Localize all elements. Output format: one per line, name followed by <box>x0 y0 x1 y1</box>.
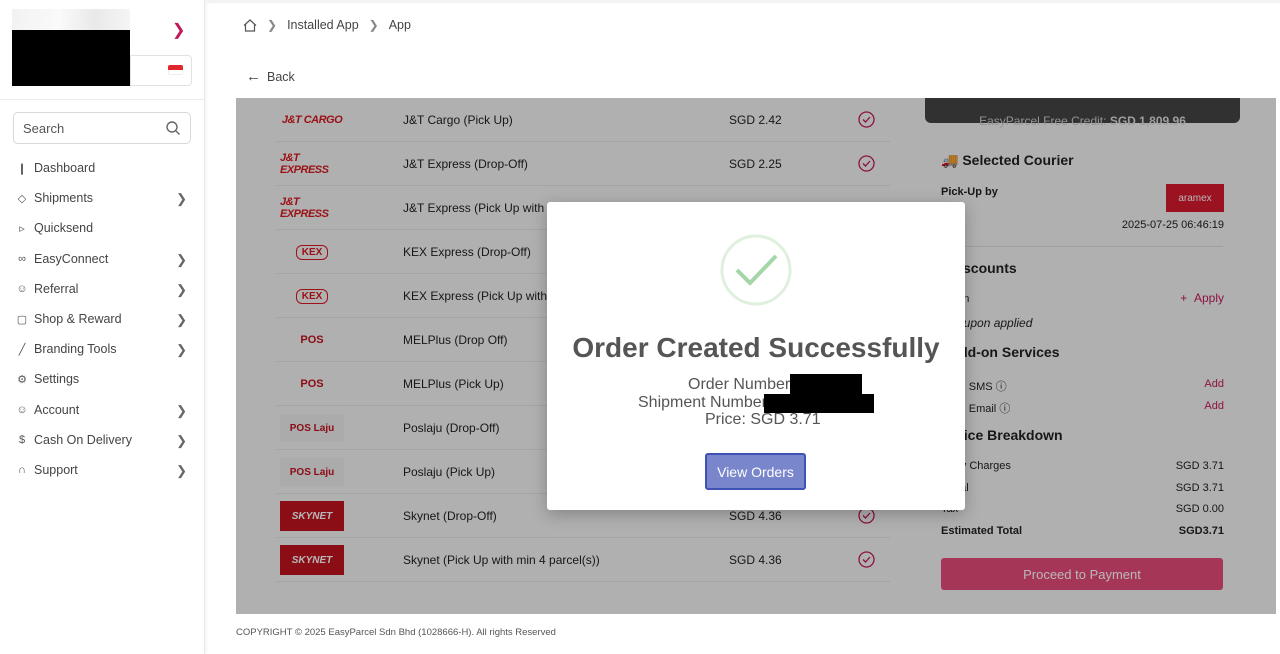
breadcrumb-installed-app[interactable]: Installed App <box>287 18 359 32</box>
sidebar-item-account[interactable]: ☺ Account ❯ <box>0 395 205 425</box>
send-icon: ▹ <box>19 222 25 235</box>
logo[interactable] <box>12 9 132 87</box>
sidebar-item-branding-tools[interactable]: ╱ Branding Tools ❯ <box>0 334 205 364</box>
bar-chart-icon: ❙ <box>17 162 27 175</box>
sidebar-item-quicksend[interactable]: ▹ Quicksend <box>0 213 205 243</box>
back-button[interactable]: ← Back <box>246 68 295 85</box>
logo-top <box>12 9 130 31</box>
brush-icon: ╱ <box>18 343 26 356</box>
chevron-right-icon: ❯ <box>176 191 187 207</box>
order-number-label: Order Number: <box>688 376 795 393</box>
link-icon: ∞ <box>18 252 26 265</box>
country-selector[interactable] <box>130 55 192 86</box>
price-label: Price: SGD 3.71 <box>705 411 821 428</box>
sidebar-item-referral[interactable]: ☺ Referral ❯ <box>0 274 205 304</box>
chevron-right-icon: ❯ <box>176 281 187 297</box>
dollar-icon: $ <box>18 433 26 446</box>
box-icon: ◇ <box>17 192 27 205</box>
home-icon[interactable] <box>243 18 257 32</box>
users-icon: ☺ <box>16 282 28 295</box>
sidebar-item-label: Support <box>34 462 78 477</box>
sidebar-item-easyconnect[interactable]: ∞ EasyConnect ❯ <box>0 244 205 274</box>
sidebar-item-label: EasyConnect <box>34 251 109 266</box>
sidebar-item-label: Shipments <box>34 191 94 206</box>
sidebar: ❯ ❙ Dashboard ◇ Shipments ❯ ▹ Quicksend ∞ EasyCo… <box>0 0 205 654</box>
breadcrumb: ❯ Installed App ❯ App <box>243 18 411 32</box>
chevron-right-icon: ❯ <box>176 311 187 327</box>
sidebar-item-label: Account <box>34 402 80 417</box>
top-bar <box>206 0 1280 3</box>
chevron-right-icon: ❯ <box>176 402 187 418</box>
sidebar-item-label: Referral <box>34 281 79 296</box>
sidebar-item-label: Shop & Reward <box>34 312 122 327</box>
chevron-right-icon: ❯ <box>176 462 187 478</box>
footer-copyright: COPYRIGHT © 2025 EasyParcel Sdn Bhd (102… <box>236 627 556 638</box>
breadcrumb-app[interactable]: App <box>389 18 411 32</box>
sidebar-item-shop-reward[interactable]: ▢ Shop & Reward ❯ <box>0 304 205 334</box>
user-icon: ☺ <box>16 403 28 416</box>
singapore-flag-icon <box>168 65 183 75</box>
sidebar-item-label: Settings <box>34 372 80 387</box>
chevron-right-icon: ❯ <box>176 432 187 448</box>
collapse-chevron-icon[interactable]: ❯ <box>172 20 185 40</box>
breadcrumb-separator-icon: ❯ <box>267 18 278 32</box>
headset-icon: ∩ <box>18 463 26 476</box>
sidebar-item-shipments[interactable]: ◇ Shipments ❯ <box>0 183 205 213</box>
search-icon[interactable] <box>165 120 181 136</box>
chevron-right-icon: ❯ <box>176 342 187 358</box>
success-check-icon <box>720 234 792 306</box>
sidebar-item-label: Quicksend <box>34 221 94 236</box>
search-box[interactable] <box>13 112 191 144</box>
gift-icon: ▢ <box>16 313 28 326</box>
search-input[interactable] <box>14 113 154 143</box>
sidebar-item-support[interactable]: ∩ Support ❯ <box>0 455 205 485</box>
chevron-right-icon: ❯ <box>176 251 187 267</box>
order-number-redacted <box>790 374 862 394</box>
sidebar-item-settings[interactable]: ⚙ Settings <box>0 364 205 394</box>
sidebar-item-label: Cash On Delivery <box>34 432 132 447</box>
logo-redacted <box>12 30 130 86</box>
sidebar-item-cash-on-delivery[interactable]: $ Cash On Delivery ❯ <box>0 425 205 455</box>
gear-icon: ⚙ <box>17 373 27 386</box>
sidebar-divider <box>0 99 205 100</box>
modal-title: Order Created Successfully <box>572 332 940 363</box>
sidebar-item-label: Branding Tools <box>34 342 117 357</box>
back-label: Back <box>267 69 295 84</box>
arrow-left-icon: ← <box>246 68 261 85</box>
breadcrumb-separator-icon: ❯ <box>368 18 379 32</box>
shipment-number-label: Shipment Number: <box>638 394 772 411</box>
sidebar-item-dashboard[interactable]: ❙ Dashboard <box>0 153 205 183</box>
view-orders-button[interactable]: View Orders <box>705 453 806 490</box>
sidebar-item-label: Dashboard <box>34 161 96 176</box>
order-success-modal: Order Created Successfully Order Number:… <box>547 202 965 510</box>
sidebar-nav: ❙ Dashboard ◇ Shipments ❯ ▹ Quicksend ∞ EasyConn… <box>0 153 205 485</box>
